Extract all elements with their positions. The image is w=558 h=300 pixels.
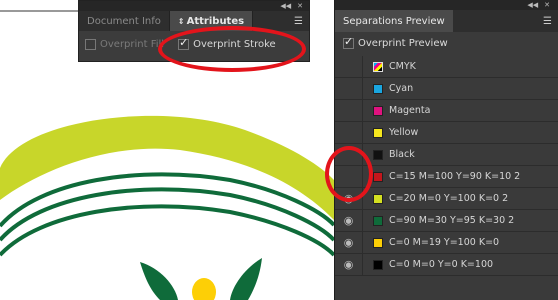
panel-menu-icon[interactable]: ☰ bbox=[543, 10, 558, 32]
color-swatch bbox=[373, 83, 383, 94]
overprint-fill-checkbox[interactable] bbox=[85, 38, 96, 50]
separation-label: Black bbox=[389, 149, 415, 160]
separation-label: Cyan bbox=[389, 83, 414, 94]
visibility-eye-icon[interactable] bbox=[335, 56, 363, 77]
separation-row[interactable]: ◉ C=20 M=0 Y=100 K=0 2 bbox=[335, 188, 558, 210]
color-swatch bbox=[373, 237, 383, 248]
visibility-eye-icon[interactable] bbox=[335, 78, 363, 99]
leaf-right bbox=[230, 258, 262, 300]
separation-row[interactable]: ◉ C=0 M=0 Y=0 K=100 bbox=[335, 254, 558, 276]
separations-preview-panel: ◀◀ ✕ Separations Preview ☰ Overprint Pre… bbox=[334, 0, 558, 300]
visibility-eye-icon[interactable]: ◉ bbox=[335, 232, 363, 253]
separation-row[interactable]: ◉ C=0 M=19 Y=100 K=0 bbox=[335, 232, 558, 254]
color-swatch bbox=[373, 193, 383, 204]
tab-separations-preview[interactable]: Separations Preview bbox=[335, 10, 453, 32]
separation-row[interactable]: Magenta bbox=[335, 100, 558, 122]
close-icon[interactable]: ✕ bbox=[544, 1, 550, 9]
color-swatch bbox=[373, 259, 383, 270]
color-swatch bbox=[373, 61, 383, 72]
overprint-fill-option[interactable]: Overprint Fill bbox=[85, 38, 165, 50]
color-swatch bbox=[373, 171, 383, 182]
collapse-icon[interactable]: ◀◀ bbox=[527, 1, 538, 9]
color-swatch bbox=[373, 105, 383, 116]
close-icon[interactable]: ✕ bbox=[297, 2, 303, 10]
separation-row[interactable]: ◉ C=90 M=30 Y=95 K=30 2 bbox=[335, 210, 558, 232]
overprint-fill-label: Overprint Fill bbox=[100, 38, 165, 50]
separation-label: C=20 M=0 Y=100 K=0 2 bbox=[389, 193, 509, 204]
separation-label: Magenta bbox=[389, 105, 431, 116]
panel-title-strip[interactable]: ◀◀ ✕ bbox=[79, 1, 309, 11]
separation-row[interactable]: CMYK bbox=[335, 56, 558, 78]
color-swatch bbox=[373, 149, 383, 160]
overprint-preview-checkbox[interactable] bbox=[343, 35, 354, 49]
separation-label: Yellow bbox=[389, 127, 419, 138]
leaf-left bbox=[140, 262, 178, 300]
tab-document-info-label: Document Info bbox=[87, 15, 161, 27]
separations-title: Separations Preview bbox=[343, 15, 445, 27]
separation-label: C=15 M=100 Y=90 K=10 2 bbox=[389, 171, 521, 182]
tab-attributes-label: Attributes bbox=[186, 15, 245, 27]
annotation-oval-overprint-stroke bbox=[158, 26, 306, 72]
separations-tabbar: Separations Preview ☰ bbox=[335, 10, 558, 32]
collapse-icon[interactable]: ◀◀ bbox=[280, 2, 291, 10]
overprint-preview-label: Overprint Preview bbox=[358, 37, 448, 49]
visibility-eye-icon[interactable] bbox=[335, 122, 363, 143]
annotation-oval-eye-column bbox=[325, 146, 373, 202]
separation-row[interactable]: Yellow bbox=[335, 122, 558, 144]
color-swatch bbox=[373, 215, 383, 226]
visibility-eye-icon[interactable]: ◉ bbox=[335, 210, 363, 231]
updown-arrows-icon: ⇕ bbox=[177, 16, 185, 26]
panel-tabs: Document Info ⇕ Attributes ☰ bbox=[79, 11, 309, 31]
overprint-preview-option[interactable]: Overprint Preview bbox=[335, 32, 558, 54]
visibility-eye-icon[interactable] bbox=[335, 100, 363, 121]
visibility-eye-icon[interactable]: ◉ bbox=[335, 254, 363, 275]
separation-label: CMYK bbox=[389, 61, 416, 72]
separation-label: C=90 M=30 Y=95 K=30 2 bbox=[389, 215, 515, 226]
tab-document-info[interactable]: Document Info bbox=[79, 11, 170, 31]
separation-row[interactable]: Cyan bbox=[335, 78, 558, 100]
color-swatch bbox=[373, 127, 383, 138]
separation-label: C=0 M=19 Y=100 K=0 bbox=[389, 237, 500, 248]
green-ring-inner bbox=[0, 204, 336, 257]
panel-menu-icon[interactable]: ☰ bbox=[294, 11, 309, 31]
separation-label: C=0 M=0 Y=0 K=100 bbox=[389, 259, 494, 270]
panel-title-strip[interactable]: ◀◀ ✕ bbox=[335, 0, 558, 10]
yellow-bud bbox=[192, 278, 216, 300]
